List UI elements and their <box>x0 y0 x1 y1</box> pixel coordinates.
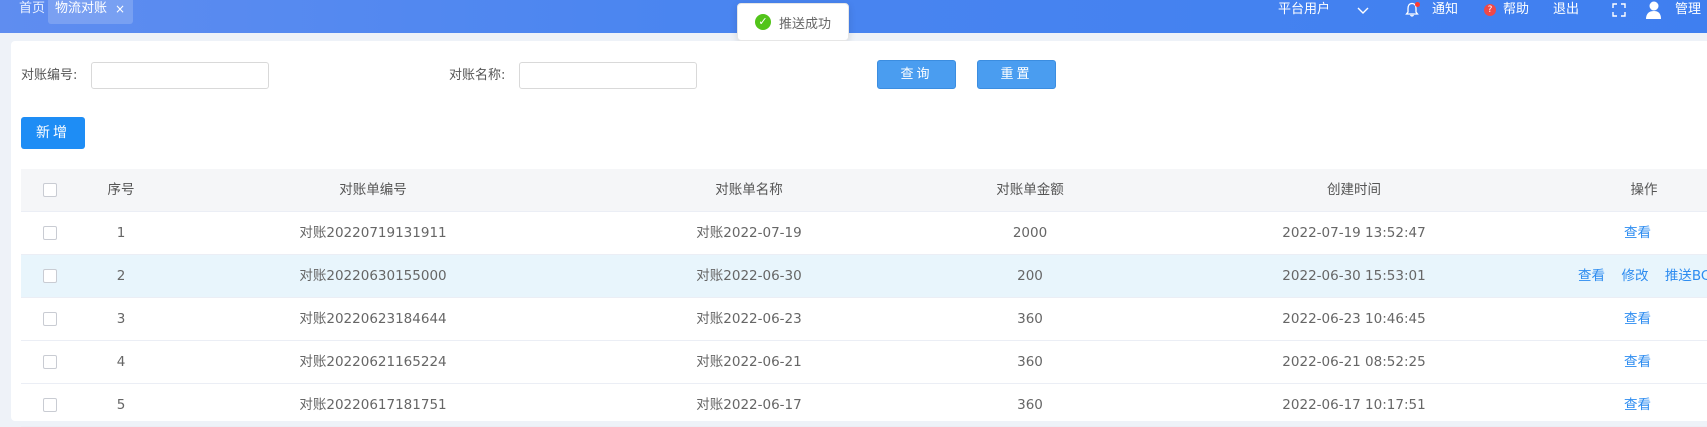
user-role-dropdown[interactable]: 平台用户 <box>1278 0 1370 20</box>
admin-label: 管理 <box>1675 2 1702 17</box>
user-role-label: 平台用户 <box>1278 2 1331 17</box>
user-avatar-icon <box>1646 1 1661 19</box>
fullscreen-icon <box>1612 3 1626 17</box>
cell-index: 5 <box>116 397 126 413</box>
view-link[interactable]: 查看 <box>1624 397 1651 413</box>
cell-code: 对账20220630155000 <box>299 268 447 284</box>
cell-name: 对账2022-06-21 <box>696 354 802 370</box>
cell-actions: 查看 <box>1624 384 1663 426</box>
view-link[interactable]: 查看 <box>1624 354 1651 370</box>
row-checkbox[interactable] <box>43 226 57 240</box>
header-index: 序号 <box>107 182 135 198</box>
cell-amount: 360 <box>1017 397 1043 413</box>
cell-code: 对账20220621165224 <box>299 354 447 370</box>
table-row: 2 对账20220630155000 对账2022-06-30 200 2022… <box>21 255 1707 298</box>
header-amount: 对账单金额 <box>996 182 1064 198</box>
name-label: 对账名称: <box>449 68 506 83</box>
view-link[interactable]: 查看 <box>1624 311 1651 327</box>
help-label: 帮助 <box>1503 2 1530 17</box>
cell-index: 1 <box>116 225 126 241</box>
table-row: 5 对账20220617181751 对账2022-06-17 360 2022… <box>21 384 1707 427</box>
tab-close-icon[interactable]: × <box>115 0 125 24</box>
cell-time: 2022-06-23 10:46:45 <box>1282 311 1426 327</box>
notify-button[interactable]: 通知 <box>1404 0 1458 20</box>
push-bcp-link[interactable]: 推送BCP <box>1665 268 1707 284</box>
row-checkbox[interactable] <box>43 269 57 283</box>
reconciliation-table: 序号 对账单编号 对账单名称 对账单金额 创建时间 操作 1 对账2022071… <box>21 169 1707 427</box>
code-input[interactable] <box>91 62 269 89</box>
help-button[interactable]: ? 帮助 <box>1484 0 1529 20</box>
logout-button[interactable]: 退出 <box>1553 0 1579 20</box>
cell-actions: 查看 修改 推送BCP <box>1578 255 1707 297</box>
cell-time: 2022-06-30 15:53:01 <box>1282 268 1426 284</box>
cell-name: 对账2022-06-30 <box>696 268 802 284</box>
reset-button[interactable]: 重置 <box>977 60 1056 89</box>
cell-amount: 200 <box>1017 268 1043 284</box>
cell-actions: 查看 <box>1624 298 1663 340</box>
cell-actions: 查看 <box>1624 212 1663 254</box>
cell-name: 对账2022-07-19 <box>696 225 802 241</box>
cell-code: 对账20220623184644 <box>299 311 447 327</box>
edit-link[interactable]: 修改 <box>1621 268 1648 284</box>
cell-time: 2022-07-19 13:52:47 <box>1282 225 1426 241</box>
cell-time: 2022-06-21 08:52:25 <box>1282 354 1426 370</box>
table-row: 4 对账20220621165224 对账2022-06-21 360 2022… <box>21 341 1707 384</box>
cell-amount: 2000 <box>1012 225 1048 241</box>
view-link[interactable]: 查看 <box>1624 225 1651 241</box>
cell-amount: 360 <box>1017 311 1043 327</box>
query-button[interactable]: 查询 <box>877 60 956 89</box>
row-checkbox[interactable] <box>43 312 57 326</box>
fullscreen-button[interactable] <box>1612 0 1626 20</box>
cell-name: 对账2022-06-23 <box>696 311 802 327</box>
nav-home-link[interactable]: 首页 <box>19 0 45 20</box>
table-row: 3 对账20220623184644 对账2022-06-23 360 2022… <box>21 298 1707 341</box>
view-link[interactable]: 查看 <box>1578 268 1605 284</box>
add-button[interactable]: 新增 <box>21 117 85 149</box>
admin-menu[interactable]: 管理 <box>1645 0 1701 20</box>
row-checkbox[interactable] <box>43 355 57 369</box>
chevron-down-icon <box>1357 7 1369 14</box>
cell-code: 对账20220719131911 <box>299 225 447 241</box>
success-toast: ✓ 推送成功 <box>737 3 849 41</box>
logout-label: 退出 <box>1553 2 1580 17</box>
cell-index: 4 <box>116 354 126 370</box>
help-icon: ? <box>1484 4 1496 16</box>
table-header: 序号 对账单编号 对账单名称 对账单金额 创建时间 操作 <box>21 169 1707 212</box>
toast-message: 推送成功 <box>779 16 832 32</box>
check-circle-icon: ✓ <box>755 14 771 30</box>
cell-code: 对账20220617181751 <box>299 397 447 413</box>
cell-index: 3 <box>116 311 126 327</box>
row-checkbox[interactable] <box>43 398 57 412</box>
code-label: 对账编号: <box>21 68 78 83</box>
cell-amount: 360 <box>1017 354 1043 370</box>
cell-name: 对账2022-06-17 <box>696 397 802 413</box>
header-name: 对账单名称 <box>715 182 783 198</box>
header-time: 创建时间 <box>1327 182 1381 198</box>
select-all-checkbox[interactable] <box>43 183 57 197</box>
table-row: 1 对账20220719131911 对账2022-07-19 2000 202… <box>21 212 1707 255</box>
header-code: 对账单编号 <box>339 182 407 198</box>
tab-logistics-reconciliation[interactable]: 物流对账 × <box>48 0 134 24</box>
cell-actions: 查看 <box>1624 341 1663 383</box>
top-bar: 首页 物流对账 × 平台用户 通知 ? 帮助 退出 管理 <box>0 0 1707 33</box>
notify-label: 通知 <box>1432 2 1459 17</box>
cell-time: 2022-06-17 10:17:51 <box>1282 397 1426 413</box>
header-actions: 操作 <box>1630 182 1658 198</box>
name-input[interactable] <box>519 62 697 89</box>
tab-label: 物流对账 <box>55 1 108 16</box>
bell-icon <box>1404 2 1420 18</box>
cell-index: 2 <box>116 268 126 284</box>
